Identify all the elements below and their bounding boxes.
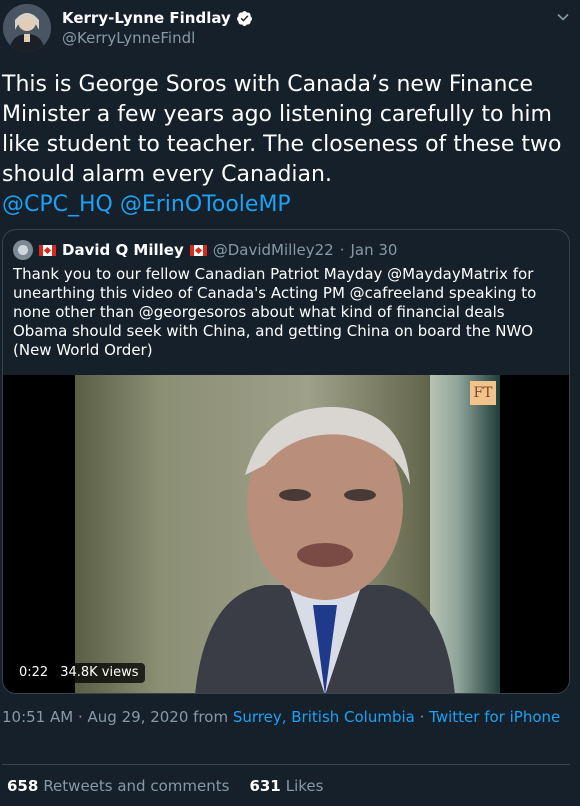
tweet-meta: 10:51 AM · Aug 29, 2020 from Surrey, Bri… [2, 708, 561, 726]
from-label: from [193, 708, 229, 726]
quoted-author-handle: @DavidMilley22 [212, 241, 334, 259]
source-link[interactable]: Twitter for iPhone [429, 708, 560, 726]
retweets-stat[interactable]: 658 Retweets and comments [7, 777, 229, 795]
ft-logo: FT [470, 381, 496, 405]
separator-dot: · [339, 241, 345, 259]
likes-stat[interactable]: 631 Likes [249, 777, 323, 795]
chevron-down-icon[interactable] [556, 10, 570, 24]
likes-label: Likes [285, 777, 324, 795]
tweet-text: This is George Soros with Canada’s new F… [2, 70, 572, 220]
quoted-author-avatar [13, 240, 33, 260]
video-views: 34.8K views [60, 665, 139, 680]
verified-badge-icon [236, 10, 252, 26]
tweet-date[interactable]: Aug 29, 2020 [88, 708, 189, 726]
mention-link[interactable]: @ErinOTooleMP [120, 192, 291, 217]
author-handle[interactable]: @KerryLynneFindl [62, 29, 195, 47]
tweet-header: Kerry-Lynne Findlay @KerryLynneFindl [0, 0, 580, 62]
quoted-tweet[interactable]: David Q Milley @DavidMilley22 · Jan 30 T… [2, 229, 570, 694]
quoted-tweet-date: Jan 30 [350, 241, 398, 259]
video-thumbnail: FT [75, 375, 500, 693]
tweet-stats: 658 Retweets and comments 631 Likes [7, 777, 323, 795]
tweet-time[interactable]: 10:51 AM [2, 708, 73, 726]
canada-flag-icon [189, 244, 207, 256]
author-name[interactable]: Kerry-Lynne Findlay [62, 9, 231, 27]
quoted-author-name: David Q Milley [62, 241, 184, 259]
quoted-tweet-header: David Q Milley @DavidMilley22 · Jan 30 [13, 240, 397, 260]
retweets-count: 658 [7, 777, 39, 795]
video-duration: 0:22 [19, 665, 49, 680]
retweets-label: Retweets and comments [43, 777, 230, 795]
quoted-tweet-text: Thank you to our fellow Canadian Patriot… [13, 265, 537, 359]
likes-count: 631 [249, 777, 281, 795]
location-link[interactable]: Surrey, British Columbia [233, 708, 415, 726]
author-avatar[interactable] [3, 4, 51, 52]
divider [2, 764, 570, 765]
video-player[interactable]: FT 0:22 34.8K views [3, 375, 569, 693]
video-subject-image [195, 406, 455, 693]
video-info-badge: 0:22 34.8K views [13, 663, 145, 683]
canada-flag-icon [39, 244, 56, 256]
mention-link[interactable]: @CPC_HQ [2, 192, 113, 217]
tweet-body: This is George Soros with Canada’s new F… [2, 72, 562, 187]
